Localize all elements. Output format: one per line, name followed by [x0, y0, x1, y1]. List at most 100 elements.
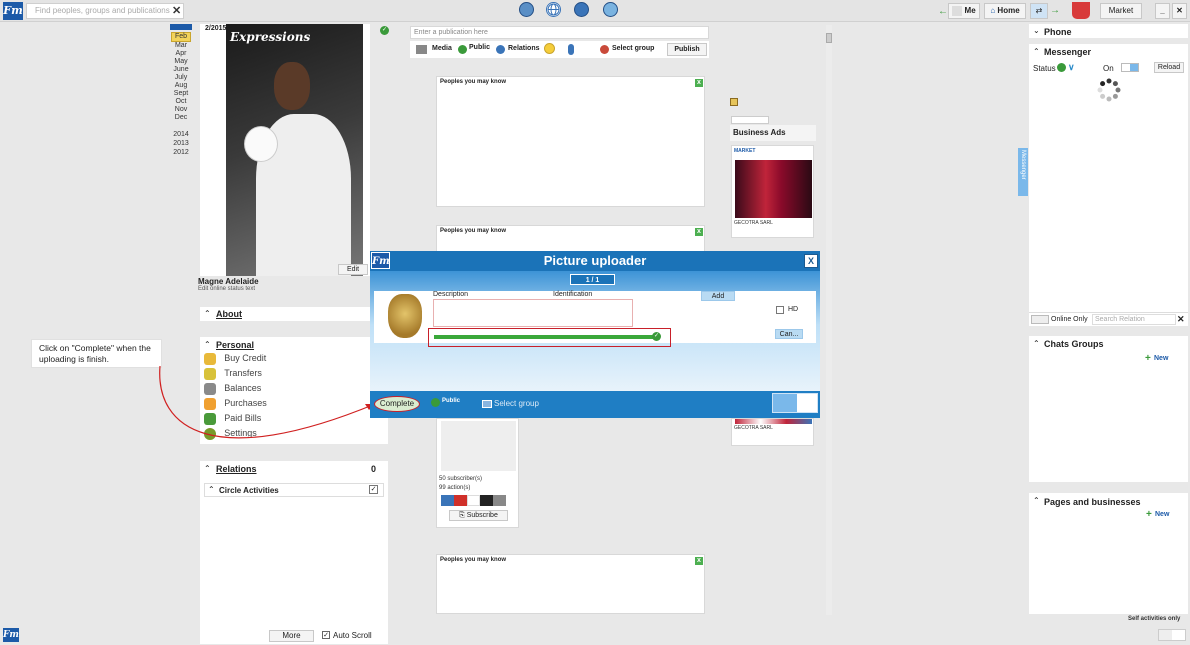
- autoscroll-checkbox[interactable]: ✓: [322, 631, 330, 639]
- globe-icon[interactable]: [546, 2, 561, 17]
- search-relation-input[interactable]: Search Relation: [1092, 314, 1176, 325]
- complete-button[interactable]: Complete: [374, 396, 420, 412]
- media-button[interactable]: Media: [432, 45, 452, 52]
- publication-input[interactable]: Enter a publication here: [410, 26, 709, 39]
- ad-company[interactable]: GECOTRA SARL: [734, 220, 773, 226]
- about-section[interactable]: ⌃ About: [200, 307, 370, 321]
- profile-photo[interactable]: Expressions: [226, 24, 363, 276]
- ad-image[interactable]: [735, 160, 812, 218]
- ad-company[interactable]: GECOTRA SARL: [734, 425, 773, 431]
- select-group-button[interactable]: Select group: [612, 45, 654, 52]
- messenger-side-tab[interactable]: Messenger: [1018, 148, 1028, 196]
- scroll-thumb[interactable]: [826, 33, 832, 43]
- hd-checkbox[interactable]: [776, 306, 784, 314]
- chat-icon[interactable]: [603, 2, 618, 17]
- loading-spinner-icon: [1097, 78, 1121, 102]
- close-button[interactable]: ✕: [1172, 3, 1187, 19]
- year-item[interactable]: 2013: [171, 139, 191, 148]
- search-input[interactable]: Find peoples, groups and publications: [26, 3, 184, 19]
- profile-name[interactable]: Magne Adelaide: [198, 277, 259, 286]
- phone-section[interactable]: ⌄ Phone: [1029, 24, 1188, 38]
- avatar[interactable]: [480, 495, 493, 506]
- badge-thumbnail[interactable]: [388, 294, 422, 338]
- business-ads-header: Business Ads: [730, 125, 816, 141]
- footer-logo[interactable]: Fm: [3, 628, 19, 642]
- month-item[interactable]: May: [171, 58, 191, 66]
- back-arrow-icon[interactable]: ←: [938, 6, 948, 17]
- add-button[interactable]: Add: [701, 291, 735, 301]
- ads-pager[interactable]: [731, 116, 769, 124]
- close-card-icon[interactable]: x: [695, 79, 703, 87]
- ad-image[interactable]: [735, 419, 812, 424]
- year-item[interactable]: 2014: [171, 130, 191, 139]
- month-item[interactable]: Nov: [171, 106, 191, 114]
- month-item[interactable]: June: [171, 66, 191, 74]
- self-activities-toggle[interactable]: [1158, 629, 1186, 641]
- reload-button[interactable]: Reload: [1154, 62, 1184, 73]
- month-item[interactable]: Oct: [171, 98, 191, 106]
- new-page-button[interactable]: New: [1155, 511, 1169, 518]
- online-only-toggle[interactable]: [1031, 315, 1049, 324]
- microphone-icon[interactable]: [568, 44, 574, 55]
- month-item[interactable]: Feb: [171, 32, 191, 42]
- pages-label[interactable]: Pages and businesses: [1044, 497, 1141, 507]
- status-online-icon[interactable]: [1057, 63, 1066, 72]
- month-item[interactable]: Mar: [171, 42, 191, 50]
- public-button[interactable]: Public: [469, 44, 490, 51]
- me-button[interactable]: Me: [948, 3, 980, 19]
- month-item[interactable]: July: [171, 74, 191, 82]
- smiley-icon[interactable]: [544, 43, 555, 54]
- app-logo[interactable]: Fm: [3, 2, 23, 20]
- more-button[interactable]: More: [269, 630, 314, 642]
- ad-card[interactable]: GECOTRA SARL: [731, 418, 814, 446]
- avatar[interactable]: [454, 495, 467, 506]
- cancel-button[interactable]: Can...: [775, 329, 803, 339]
- year-item[interactable]: 2012: [171, 148, 191, 157]
- avatar[interactable]: [467, 495, 480, 506]
- messenger-label[interactable]: Messenger: [1044, 47, 1091, 57]
- ad-card[interactable]: MARKET GECOTRA SARL: [731, 145, 814, 238]
- minimize-button[interactable]: _: [1155, 3, 1170, 19]
- dialog-toggle[interactable]: [772, 393, 818, 413]
- month-item[interactable]: Aug: [171, 82, 191, 90]
- publish-button[interactable]: Publish: [667, 43, 707, 56]
- avatar[interactable]: [441, 495, 454, 506]
- month-item[interactable]: Apr: [171, 50, 191, 58]
- circle-activities-row[interactable]: ⌃ Circle Activities ✓: [204, 483, 384, 497]
- avatar[interactable]: [493, 495, 506, 506]
- description-input[interactable]: [433, 299, 633, 327]
- personal-label[interactable]: Personal: [216, 340, 254, 350]
- dialog-close-button[interactable]: X: [804, 254, 818, 268]
- groups-icon[interactable]: [574, 2, 589, 17]
- relations-button[interactable]: Relations: [508, 45, 540, 52]
- upload-counter: 1 / 1: [570, 274, 615, 285]
- month-item[interactable]: Sept: [171, 90, 191, 98]
- basket-icon[interactable]: [1072, 2, 1090, 19]
- close-card-icon[interactable]: x: [695, 228, 703, 236]
- feed-scrollbar[interactable]: [826, 25, 832, 615]
- edit-photo-button[interactable]: Edit: [338, 264, 368, 275]
- ads-icon[interactable]: [730, 98, 738, 106]
- online-toggle[interactable]: [1121, 63, 1139, 72]
- circle-checkbox[interactable]: ✓: [369, 485, 378, 494]
- relations-label[interactable]: Relations: [216, 464, 257, 474]
- card-title: Peoples you may know: [440, 228, 507, 234]
- subscribe-button[interactable]: ⎘ Subscribe: [449, 510, 508, 521]
- chats-groups-label[interactable]: Chats Groups: [1044, 339, 1104, 349]
- page-thumbnail[interactable]: [441, 421, 516, 471]
- status-text[interactable]: Edit online status text: [198, 286, 255, 292]
- dialog-select-group-button[interactable]: Select group: [494, 399, 539, 408]
- status-dropdown-icon[interactable]: ∨: [1068, 62, 1075, 73]
- new-chat-group-button[interactable]: New: [1154, 355, 1168, 362]
- friends-icon[interactable]: [519, 2, 534, 17]
- clear-search-icon[interactable]: ✕: [1177, 314, 1185, 325]
- on-label: On: [1103, 64, 1114, 73]
- forward-arrow-icon[interactable]: →: [1050, 5, 1060, 16]
- month-item[interactable]: Dec: [171, 114, 191, 122]
- close-card-icon[interactable]: x: [695, 557, 703, 565]
- clear-search-icon[interactable]: ✕: [172, 4, 181, 17]
- market-button[interactable]: Market: [1100, 3, 1142, 19]
- home-button[interactable]: ⌂ Home: [984, 3, 1026, 19]
- switch-icon[interactable]: ⇄: [1030, 3, 1048, 19]
- dialog-public-button[interactable]: Public: [442, 398, 460, 404]
